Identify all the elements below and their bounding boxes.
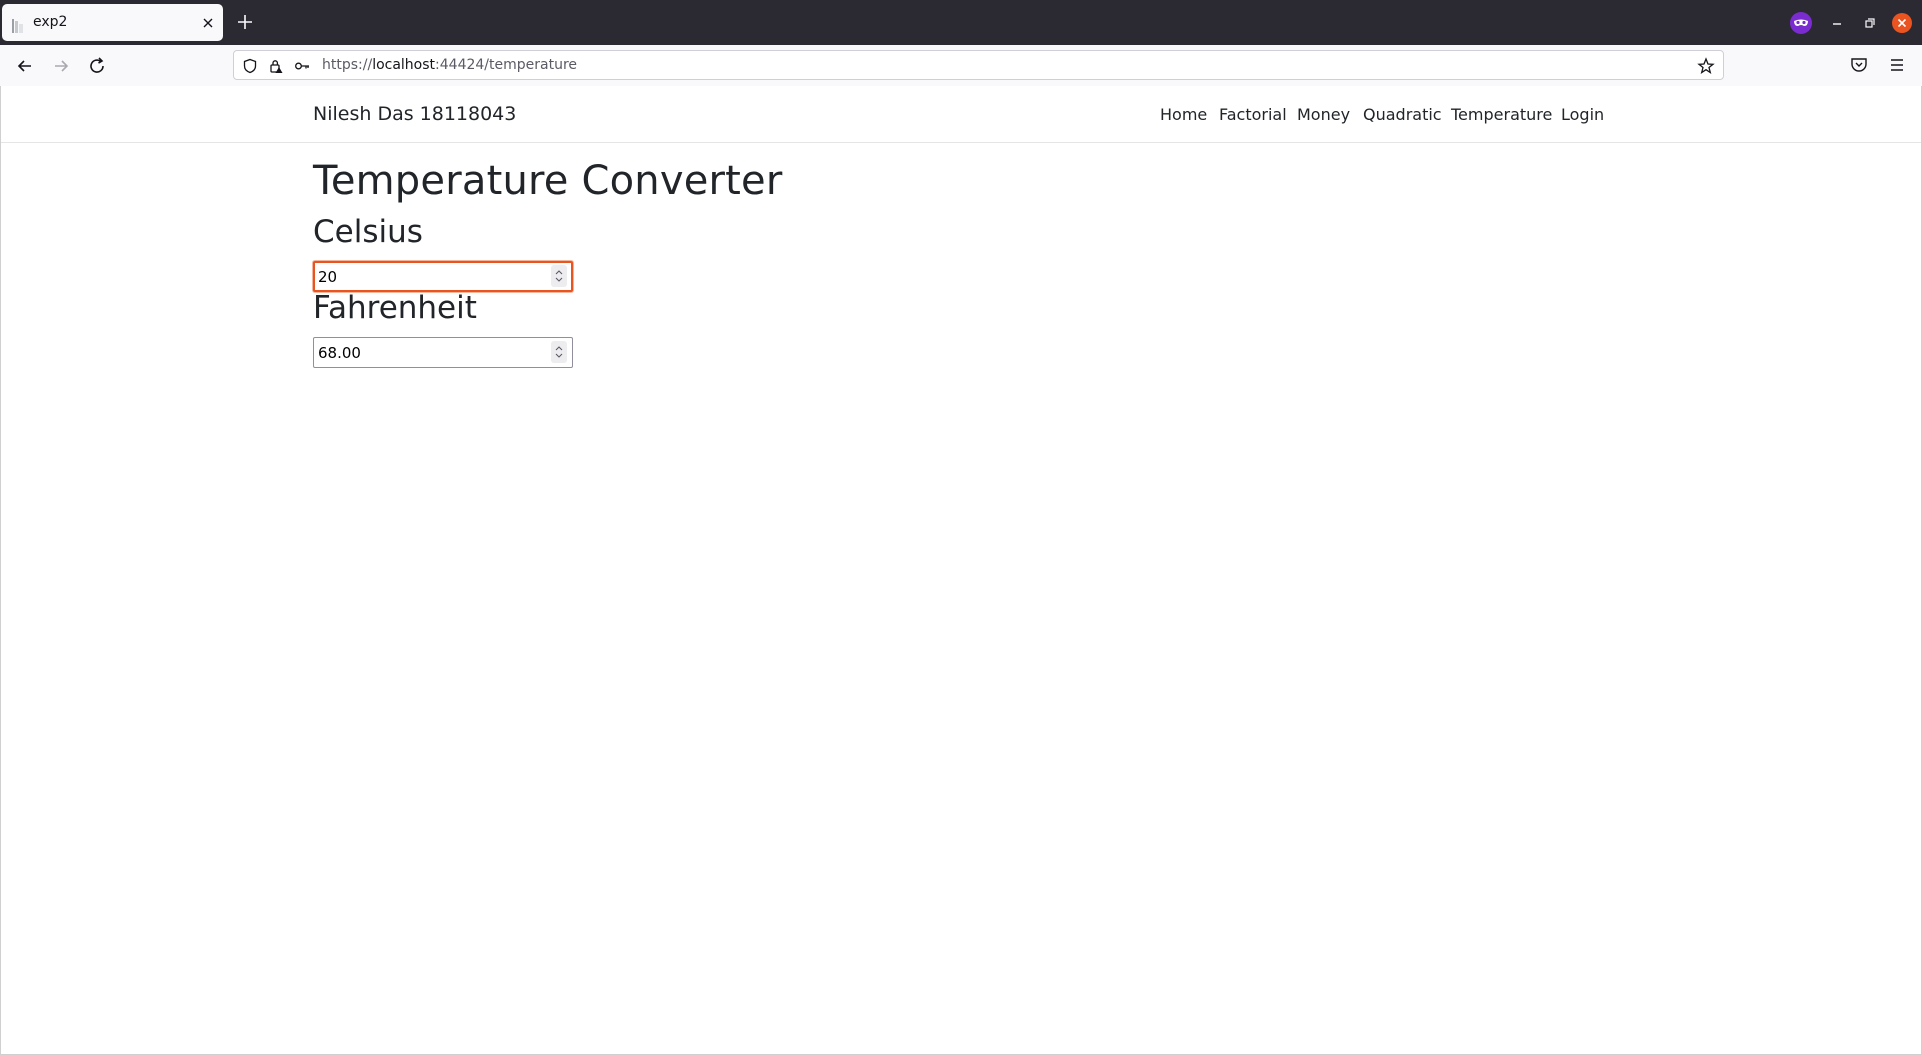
- page-title: Temperature Converter: [313, 158, 783, 204]
- celsius-label: Celsius: [313, 214, 423, 250]
- close-window-icon[interactable]: [1892, 13, 1912, 33]
- nav-link-factorial[interactable]: Factorial: [1219, 105, 1287, 124]
- nav-link-money[interactable]: Money: [1297, 105, 1350, 124]
- shield-icon[interactable]: [242, 58, 258, 74]
- page-favicon-icon: [12, 19, 23, 33]
- back-arrow-icon[interactable]: [14, 55, 36, 77]
- address-bar[interactable]: https://localhost:44424/temperature: [233, 50, 1724, 80]
- url-text[interactable]: https://localhost:44424/temperature: [322, 57, 577, 73]
- site-navbar: Nilesh Das 18118043 Home Factorial Money…: [1, 86, 1921, 143]
- celsius-stepper[interactable]: [551, 265, 567, 287]
- new-tab-icon[interactable]: [236, 13, 254, 31]
- nav-link-quadratic[interactable]: Quadratic: [1363, 105, 1442, 124]
- reload-icon[interactable]: [86, 55, 108, 77]
- url-scheme: https://: [322, 57, 373, 73]
- forward-arrow-icon[interactable]: [50, 55, 72, 77]
- browser-tab-bar: exp2: [0, 0, 1922, 45]
- fahrenheit-stepper[interactable]: [551, 341, 567, 363]
- tab-title: exp2: [33, 14, 68, 30]
- lock-warning-icon[interactable]: [268, 58, 284, 74]
- app-menu-icon[interactable]: [1887, 55, 1907, 75]
- bookmark-star-icon[interactable]: [1697, 57, 1715, 75]
- nav-link-login[interactable]: Login: [1561, 105, 1604, 124]
- private-mask-icon[interactable]: [1790, 12, 1812, 34]
- site-nav-links: Home Factorial Money Quadratic Temperatu…: [1, 105, 1921, 127]
- close-tab-icon[interactable]: [201, 16, 215, 30]
- stepper-arrows-icon: [555, 270, 563, 282]
- fahrenheit-input[interactable]: [313, 337, 573, 368]
- key-icon[interactable]: [294, 58, 310, 74]
- url-host: localhost: [372, 57, 436, 73]
- pocket-icon[interactable]: [1849, 55, 1869, 75]
- fahrenheit-label: Fahrenheit: [313, 290, 477, 326]
- browser-tab[interactable]: exp2: [2, 4, 223, 41]
- url-path: :44424/temperature: [435, 57, 577, 73]
- celsius-input[interactable]: [313, 261, 573, 292]
- page-viewport: [0, 86, 1922, 1055]
- restore-window-icon[interactable]: [1861, 14, 1879, 32]
- nav-link-home[interactable]: Home: [1160, 105, 1207, 124]
- nav-link-temperature[interactable]: Temperature: [1451, 105, 1552, 124]
- minimize-window-icon[interactable]: [1828, 14, 1846, 32]
- browser-toolbar: https://localhost:44424/temperature: [0, 45, 1922, 87]
- stepper-arrows-icon: [555, 346, 563, 358]
